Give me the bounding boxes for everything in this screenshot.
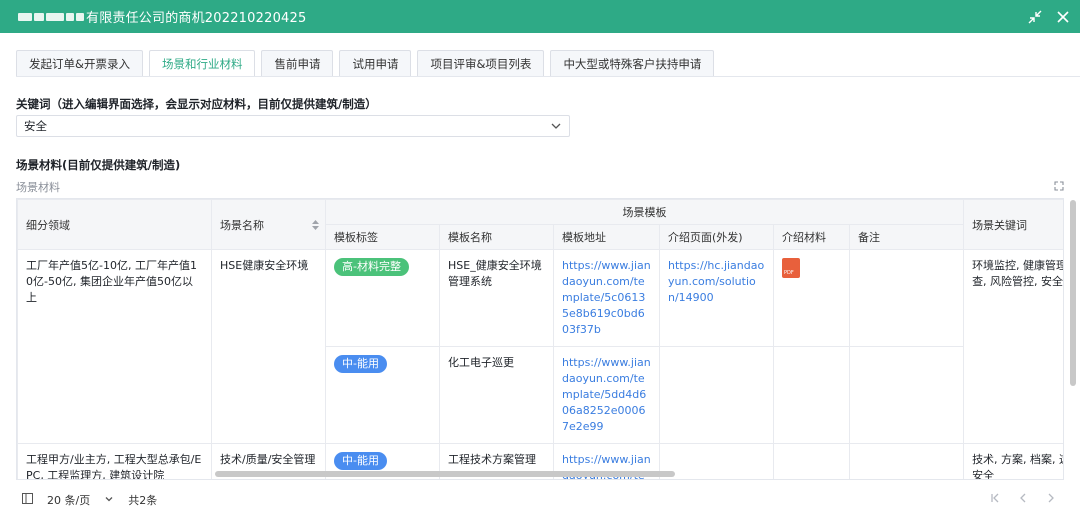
col-name: 模板名称 xyxy=(439,224,554,250)
col-keywords: 场景关键词 xyxy=(963,199,1063,250)
col-template-group: 场景模板 xyxy=(324,199,965,225)
tab-trial[interactable]: 试用申请 xyxy=(339,50,412,76)
intro-page-link[interactable] xyxy=(659,346,774,444)
col-intro: 介绍页面(外发) xyxy=(659,224,774,250)
pager xyxy=(990,492,1056,506)
col-scene[interactable]: 场景名称 xyxy=(211,199,326,250)
tab-project-review[interactable]: 项目评审&项目列表 xyxy=(417,50,545,76)
col-tag: 模板标签 xyxy=(325,224,440,250)
template-url-link[interactable]: https://www.jiandaoyun.com/template/5dd4… xyxy=(553,346,660,444)
cell-note xyxy=(848,346,965,444)
tab-key-customer-support[interactable]: 中大型或特殊客户扶持申请 xyxy=(550,50,715,76)
intro-page-link[interactable] xyxy=(659,443,774,479)
vertical-scrollbar[interactable] xyxy=(1070,200,1076,386)
horizontal-scrollbar[interactable] xyxy=(215,471,675,477)
cell-material xyxy=(773,249,850,347)
cell-keywords: 环境监控, 健康管理, 查, 风险管控, 安全 xyxy=(963,249,1063,444)
tab-order-invoice[interactable]: 发起订单&开票录入 xyxy=(16,50,143,76)
status-badge: 中-能用 xyxy=(334,355,387,373)
cell-name: 化工电子巡更 xyxy=(439,346,554,444)
chevron-down-icon[interactable] xyxy=(104,494,114,507)
table-row: 工厂年产值5亿-10亿, 工厂年产值10亿-50亿, 集团企业年产值50亿以上 … xyxy=(17,249,1063,444)
pagination-footer: 20 条/页 共2条 xyxy=(22,492,157,508)
page-size-select[interactable]: 20 条/页 xyxy=(47,492,90,508)
intro-page-link[interactable]: https://hc.jiandaoyun.com/solution/14900 xyxy=(659,249,774,347)
materials-label: 场景材料(目前仅提供建筑/制造) xyxy=(16,158,181,172)
modal-title: 有限责任公司的商机202210220425 xyxy=(86,11,307,26)
first-page-icon[interactable] xyxy=(990,492,1000,506)
materials-table: 细分领域 场景名称 场景模板 场景关键词 模板标签 模板名称 模板地址 介绍页面… xyxy=(16,198,1064,480)
tab-bar: 发起订单&开票录入 场景和行业材料 售前申请 试用申请 项目评审&项目列表 中大… xyxy=(16,50,715,76)
chevron-down-icon xyxy=(550,120,562,135)
status-badge: 高-材料完整 xyxy=(334,258,409,276)
modal-titlebar: 有限责任公司的商机202210220425 xyxy=(0,0,1080,33)
cell-segment: 工程甲方/业主方, 工程大型总承包/EPC, 工程监理方, 建筑设计院 xyxy=(17,443,212,479)
cell-tag: 高-材料完整 xyxy=(325,249,440,347)
tab-presales[interactable]: 售前申请 xyxy=(261,50,334,76)
keyword-label: 关键词（进入编辑界面选择，会显示对应材料，目前仅提供建筑/制造） xyxy=(16,97,377,111)
next-page-icon[interactable] xyxy=(1046,492,1056,506)
tab-divider xyxy=(16,76,1080,77)
close-icon[interactable] xyxy=(1056,10,1070,24)
materials-sublabel: 场景材料 xyxy=(16,181,60,194)
col-url: 模板地址 xyxy=(553,224,660,250)
cell-material xyxy=(773,346,850,444)
col-material: 介绍材料 xyxy=(773,224,850,250)
fullscreen-icon[interactable] xyxy=(1054,180,1064,194)
cell-segment: 工厂年产值5亿-10亿, 工厂年产值10亿-50亿, 集团企业年产值50亿以上 xyxy=(17,249,212,444)
tab-scene-industry-materials[interactable]: 场景和行业材料 xyxy=(148,50,256,76)
cell-scene: HSE健康安全环境 xyxy=(211,249,326,444)
cell-name: HSE_健康安全环境管理系统 xyxy=(439,249,554,347)
pdf-icon[interactable] xyxy=(782,258,800,281)
prev-page-icon[interactable] xyxy=(1018,492,1028,506)
collapse-icon[interactable] xyxy=(1028,10,1042,24)
status-badge: 中-能用 xyxy=(334,452,387,470)
keyword-select[interactable]: 安全 xyxy=(16,115,570,137)
col-note: 备注 xyxy=(848,224,965,250)
redacted-company-name xyxy=(18,10,84,24)
column-settings-icon[interactable] xyxy=(22,493,33,507)
keyword-value: 安全 xyxy=(24,119,47,133)
cell-keywords: 技术, 方案, 档案, 这 安全 xyxy=(963,443,1063,479)
template-url-link[interactable]: https://www.jiandaoyun.com/template/5c06… xyxy=(553,249,660,347)
cell-note xyxy=(848,443,965,479)
cell-material xyxy=(773,443,850,479)
cell-note xyxy=(848,249,965,347)
total-count: 共2条 xyxy=(128,494,158,507)
col-scene-label: 场景名称 xyxy=(220,218,264,232)
cell-tag: 中-能用 xyxy=(325,346,440,444)
col-segment: 细分领域 xyxy=(17,199,212,250)
sort-icon[interactable] xyxy=(312,219,319,233)
